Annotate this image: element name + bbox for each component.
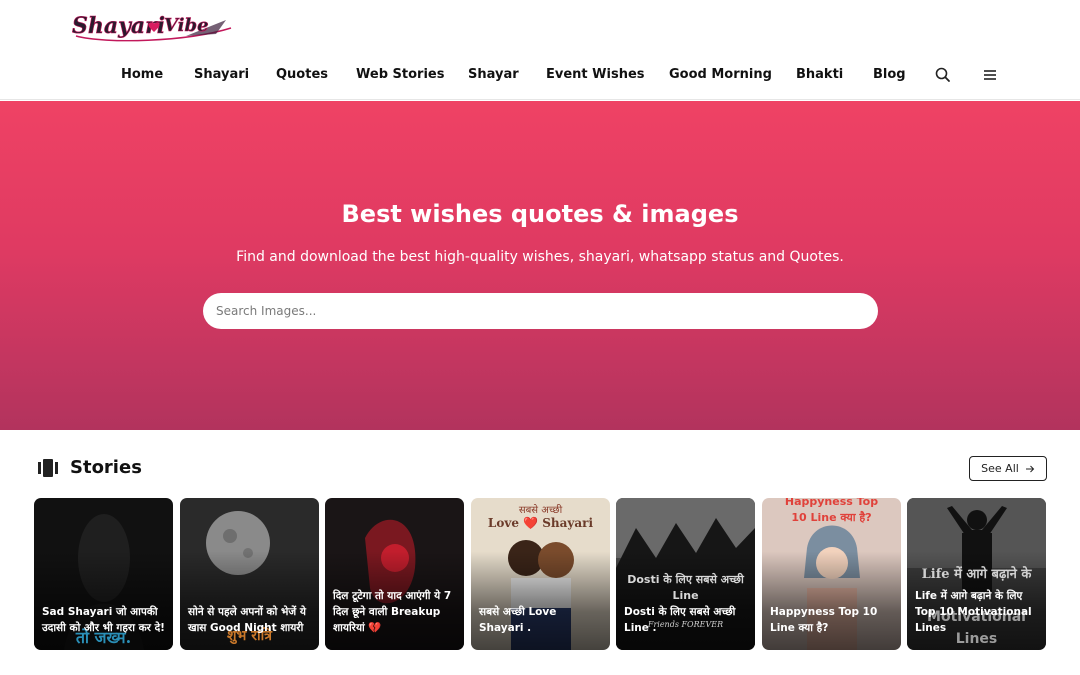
nav-item-shayar[interactable]: Shayar: [468, 57, 519, 93]
nav-item-good-morning[interactable]: Good Morning: [669, 57, 772, 93]
search-input[interactable]: [203, 293, 878, 329]
logo-wordmark: Shayari Vibe: [72, 13, 232, 42]
nav-item-blog[interactable]: Blog: [873, 57, 906, 93]
story-caption: Dosti के लिए सबसे अच्छी Line .: [624, 606, 736, 634]
search-icon[interactable]: [933, 65, 953, 85]
story-overlay-text: Dosti के लिए सबसे अच्छी Line: [627, 573, 744, 602]
site-logo[interactable]: Shayari Vibe: [66, 6, 238, 46]
arrow-right-icon: [1025, 465, 1035, 472]
story-caption: Life में आगे बढ़ाने के लिए Top 10 Motiva…: [915, 590, 1032, 634]
see-all-button[interactable]: See All: [969, 456, 1047, 481]
nav-item-web-stories[interactable]: Web Stories: [356, 57, 444, 93]
see-all-label: See All: [981, 462, 1019, 475]
story-caption: सबसे अच्छी Love Shayari .: [479, 606, 557, 634]
story-card[interactable]: शुभ रात्रि सोने से पहले अपनों को भेजें य…: [180, 498, 319, 650]
story-overlay-text: Love ❤️ Shayari: [487, 516, 594, 530]
story-overlay-top: सबसे अच्छी: [518, 505, 563, 516]
story-card[interactable]: Life में आगे बढ़ाने के Motivational Line…: [907, 498, 1046, 650]
story-caption: Sad Shayari जो आपकी उदासी को और भी गहरा …: [42, 606, 165, 634]
hero-title: Best wishes quotes & images: [341, 200, 739, 228]
site-header: Shayari Vibe Home Shayari Quotes Web Sto…: [0, 0, 1080, 100]
story-card[interactable]: Dosti के लिए सबसे अच्छी Line Friends FOR…: [616, 498, 755, 650]
story-card[interactable]: दिल टूटेगा तो याद आएंगी ये 7 दिल छूने वा…: [325, 498, 464, 650]
story-caption: Happyness Top 10 Line क्या है?: [770, 606, 878, 634]
menu-icon[interactable]: [980, 65, 1000, 85]
story-card[interactable]: सबसे अच्छी Love ❤️ Shayari सबसे अच्छी Lo…: [471, 498, 610, 650]
nav-item-bhakti[interactable]: Bhakti: [796, 57, 843, 93]
nav-item-quotes[interactable]: Quotes: [276, 57, 328, 93]
hero-banner: Best wishes quotes & images Find and dow…: [0, 101, 1080, 430]
story-caption: सोने से पहले अपनों को भेजें ये खास Good …: [188, 606, 306, 634]
hero-subtitle: Find and download the best high-quality …: [236, 249, 844, 265]
story-card[interactable]: तो जख्म. Sad Shayari जो आपकी उदासी को और…: [34, 498, 173, 650]
stories-icon: [38, 459, 58, 477]
stories-title: Stories: [70, 457, 142, 478]
nav-item-shayari[interactable]: Shayari: [194, 57, 249, 93]
svg-text:Vibe: Vibe: [164, 15, 209, 36]
story-card[interactable]: Happyness Top 10 Line क्या है? Happyness…: [762, 498, 901, 650]
nav-item-event-wishes[interactable]: Event Wishes: [546, 57, 645, 93]
story-overlay-text: Life में आगे बढ़ाने के: [921, 567, 1032, 582]
nav-item-home[interactable]: Home: [121, 57, 163, 93]
story-overlay-text: Happyness Top 10 Line क्या है?: [784, 498, 879, 524]
main-nav: Home Shayari Quotes Web Stories Shayar E…: [0, 57, 1080, 93]
story-caption: दिल टूटेगा तो याद आएंगी ये 7 दिल छूने वा…: [333, 590, 452, 634]
